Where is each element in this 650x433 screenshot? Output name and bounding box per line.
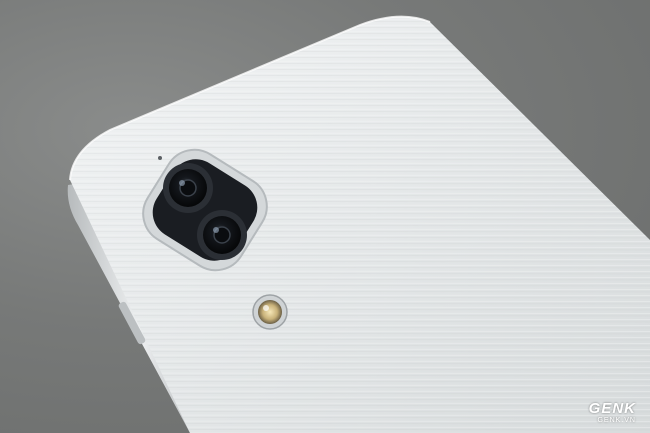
photo-scene xyxy=(67,15,650,433)
watermark-brand: GENK xyxy=(588,400,636,417)
led-flash xyxy=(252,294,288,330)
microphone-hole xyxy=(158,156,162,160)
camera-lens-top xyxy=(163,163,213,213)
phone-back xyxy=(69,15,650,433)
genk-watermark: GENK GENK.VN xyxy=(589,401,636,425)
watermark-domain: GENK.VN xyxy=(597,417,636,424)
camera-lens-bottom xyxy=(197,210,247,260)
